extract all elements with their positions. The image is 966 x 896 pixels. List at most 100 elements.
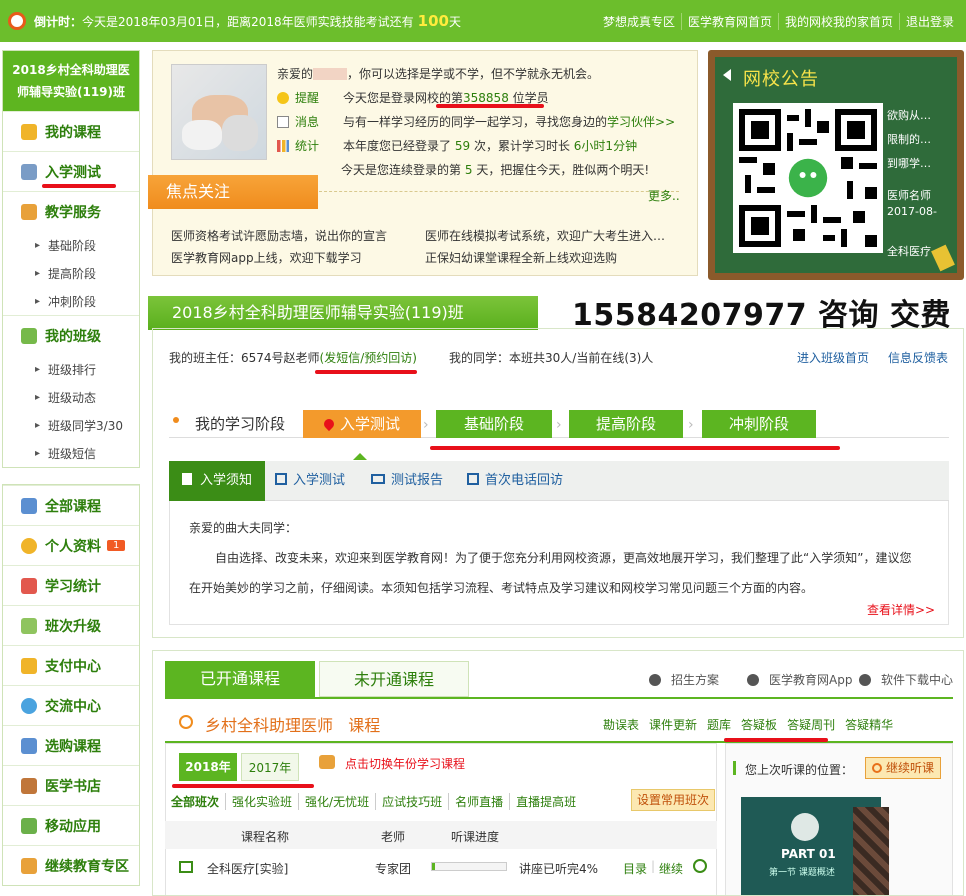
course-continue-link[interactable]: 继续	[659, 860, 683, 877]
course-catalog-link[interactable]: 目录	[623, 860, 647, 877]
header-teacher: 老师	[381, 830, 406, 844]
sidebar-item-my-class[interactable]: 我的班级	[3, 315, 139, 355]
download-center-link[interactable]: 软件下载中心	[859, 671, 953, 688]
link-home[interactable]: 医学教育网首页	[680, 13, 778, 30]
menu-label: 继续教育专区	[45, 858, 129, 875]
view-detail-link[interactable]: 查看详情>>	[867, 601, 935, 618]
sidebar-subitem-classmates[interactable]: 班级同学3/30	[3, 411, 139, 439]
countdown-text: 今天是2018年03月01日，距离2018年医师实践技能考试还有	[82, 14, 414, 29]
tab-label: 入学须知	[199, 473, 252, 488]
menu-stats[interactable]: 学习统计	[3, 565, 139, 605]
more-link[interactable]: 更多..	[648, 187, 680, 204]
news-item[interactable]: 医师在线模拟考试系统，欢迎广大考生进入…	[425, 227, 665, 244]
menu-mobile[interactable]: 移动应用	[3, 805, 139, 845]
tool-label: 软件下载中心	[881, 673, 954, 687]
menu-pay[interactable]: 支付中心	[3, 645, 139, 685]
notice-line[interactable]: 医师名师	[887, 187, 931, 203]
tab-unopened-courses[interactable]: 未开通课程	[319, 661, 469, 697]
menu-profile[interactable]: 个人资料 1	[3, 525, 139, 565]
stage-entry-test[interactable]: 入学测试	[303, 410, 421, 438]
sidebar-subitem-basic[interactable]: 基础阶段	[3, 231, 139, 259]
stage-advanced[interactable]: 提高阶段	[569, 410, 683, 438]
tab-test-report[interactable]: 测试报告	[371, 461, 443, 501]
quick-link-updates[interactable]: 课件更新	[649, 716, 697, 733]
clock-icon	[8, 12, 26, 30]
sidebar-subitem-sms[interactable]: 班级短信	[3, 439, 139, 467]
welcome-greeting: 亲爱的 ，你可以选择是学或不学，但不学就永无机会。	[277, 65, 599, 82]
course-row-name[interactable]: 全科医疗[实验]	[207, 860, 288, 877]
link-my-school[interactable]: 我的网校我的家首页	[777, 13, 899, 30]
link-dream-zone[interactable]: 梦想成真专区	[597, 13, 681, 30]
filter-intensive-worryfree[interactable]: 强化/无忧班	[298, 793, 375, 810]
redacted-instructor	[853, 807, 889, 895]
news-item[interactable]: 医师资格考试许愿励志墙，说出你的宣言	[171, 227, 387, 244]
play-icon[interactable]	[693, 859, 707, 873]
menu-label: 医学书店	[45, 778, 101, 795]
year-tab-2018[interactable]: 2018年	[179, 753, 237, 781]
notice-line[interactable]: 欲购从…	[887, 107, 931, 123]
menu-upgrade[interactable]: 班次升级	[3, 605, 139, 645]
tab-opened-courses[interactable]: 已开通课程	[165, 661, 315, 697]
menu-chat[interactable]: 交流中心	[3, 685, 139, 725]
filter-exam-skills[interactable]: 应试技巧班	[375, 793, 448, 810]
menu-label: 支付中心	[45, 658, 101, 675]
quick-link-errata[interactable]: 勘误表	[603, 716, 639, 733]
enter-class-link[interactable]: 进入班级首页	[797, 349, 869, 366]
tab-entry-test[interactable]: 入学测试	[275, 461, 345, 501]
tool-label: 招生方案	[671, 673, 720, 687]
menu-bookstore[interactable]: 医学书店	[3, 765, 139, 805]
quick-link-qa-best[interactable]: 答疑精华	[845, 716, 893, 733]
sidebar-item-my-courses[interactable]: 我的课程	[3, 111, 139, 151]
menu-all-courses[interactable]: 全部课程	[3, 485, 139, 525]
notice-line[interactable]: 到哪学…	[887, 155, 931, 171]
location-pin-icon	[321, 416, 337, 432]
filter-live[interactable]: 名师直播	[448, 793, 509, 810]
tab-phone-callback[interactable]: 首次电话回访	[467, 461, 563, 501]
remind-tag: 提醒	[295, 91, 320, 105]
send-sms-link[interactable]: 发短信/预约回访	[324, 351, 412, 365]
countdown-days: 100	[417, 12, 449, 30]
notice-line[interactable]: 限制的…	[887, 131, 931, 147]
countdown: 倒计时： 今天是2018年03月01日，距离2018年医师实践技能考试还有 10…	[8, 11, 461, 31]
sidebar-item-teaching-service[interactable]: 教学服务	[3, 191, 139, 231]
news-item[interactable]: 正保妇幼课堂课程全新上线欢迎选购	[425, 249, 617, 266]
set-common-class-button[interactable]: 设置常用班次	[631, 789, 715, 811]
tab-label: 首次电话回访	[485, 473, 564, 488]
section-marker	[733, 761, 736, 775]
sidebar-subitem-advanced[interactable]: 提高阶段	[3, 259, 139, 287]
sidebar-label: 入学测试	[45, 164, 101, 181]
notice-line[interactable]: 全科医疗	[887, 243, 931, 259]
quick-link-question-bank[interactable]: 题库	[707, 716, 731, 733]
annotation-underline	[436, 104, 544, 108]
sidebar-subitem-ranking[interactable]: 班级排行	[3, 355, 139, 383]
clipboard-icon	[181, 473, 192, 485]
course-title: 乡村全科助理医师 课程	[205, 712, 380, 736]
study-partner-link[interactable]: 学习伙伴>>	[607, 115, 675, 129]
news-item[interactable]: 医学教育网app上线，欢迎下载学习	[171, 249, 362, 266]
menu-buy[interactable]: 选购课程	[3, 725, 139, 765]
sidebar-subitem-sprint[interactable]: 冲刺阶段	[3, 287, 139, 315]
stage-basic[interactable]: 基础阶段	[436, 410, 552, 438]
quick-link-qa-board[interactable]: 答疑板	[741, 716, 777, 733]
remind-unit: 位学员	[512, 91, 549, 105]
filter-intensive-lab[interactable]: 强化实验班	[225, 793, 298, 810]
stage-sprint[interactable]: 冲刺阶段	[702, 410, 816, 438]
feedback-link[interactable]: 信息反馈表	[888, 349, 948, 366]
qr-code	[733, 103, 883, 253]
continue-watching-button[interactable]: 继续听课	[865, 757, 941, 779]
app-link[interactable]: 医学教育网App	[747, 671, 852, 688]
quick-link-qa-weekly[interactable]: 答疑周刊	[787, 716, 835, 733]
enrollment-plan-link[interactable]: 招生方案	[649, 671, 719, 688]
notice-line[interactable]: 2017-08-	[887, 205, 937, 218]
year-tab-2017[interactable]: 2017年	[241, 753, 299, 781]
header-course-name: 课程名称	[241, 830, 290, 844]
menu-label: 个人资料	[45, 538, 101, 555]
class-header: 2018乡村全科助理医师辅导实验(119)班 15584207977 咨询 交费	[148, 296, 964, 333]
tab-entry-notice[interactable]: 入学须知	[169, 461, 265, 501]
link-logout[interactable]: 退出登录	[898, 13, 960, 30]
filter-all[interactable]: 全部班次	[171, 793, 225, 810]
sidebar-subitem-news[interactable]: 班级动态	[3, 383, 139, 411]
menu-continuing-edu[interactable]: 继续教育专区	[3, 845, 139, 885]
sidebar-menu: 全部课程 个人资料 1 学习统计 班次升级 支付中心 交流中心 选购课程 医学书店…	[2, 484, 140, 886]
filter-live-advanced[interactable]: 直播提高班	[509, 793, 582, 810]
